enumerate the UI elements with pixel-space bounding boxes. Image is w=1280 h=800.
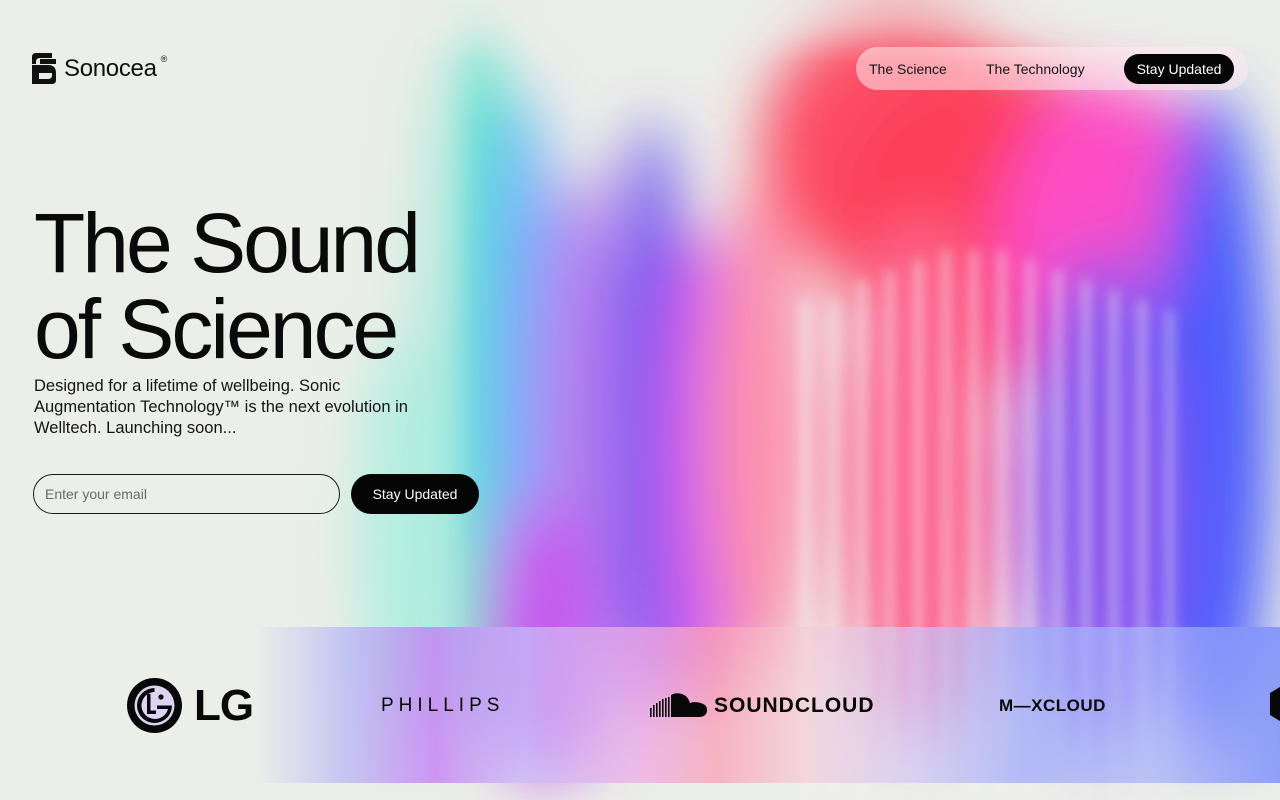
nav-link-science[interactable]: The Science xyxy=(869,61,947,77)
sonocea-logo-icon xyxy=(32,53,56,84)
partner-name-lg: LG xyxy=(194,680,254,730)
partner-phillips: PHILLIPS xyxy=(381,695,505,716)
email-input[interactable] xyxy=(33,474,340,514)
partner-mixcloud: M—XCLOUD xyxy=(999,696,1106,715)
registered-mark: ® xyxy=(160,53,168,64)
top-nav: The Science The Technology Stay Updated xyxy=(856,47,1248,90)
partner-soundcloud: SOUNDCLOUD xyxy=(650,692,875,719)
partner-lg: LG xyxy=(127,678,254,733)
hero-stay-updated-button[interactable]: Stay Updated xyxy=(351,474,479,514)
brand-logo[interactable]: Sonocea ® xyxy=(32,53,167,84)
partner-name-soundcloud: SOUNDCLOUD xyxy=(714,693,875,717)
brand-name: Sonocea xyxy=(64,54,157,82)
hero-title-line-2: of Science xyxy=(34,282,399,376)
nav-stay-updated-button[interactable]: Stay Updated xyxy=(1124,54,1234,84)
soundcloud-icon xyxy=(650,693,708,717)
hero-title-line-1: The Sound xyxy=(34,196,421,290)
partner-logos-band: LG PHILLIPS SOUNDCLOUD M—XCLOUD xyxy=(0,627,1280,783)
nav-link-technology[interactable]: The Technology xyxy=(986,61,1085,77)
hero-subtitle: Designed for a lifetime of wellbeing. So… xyxy=(34,377,408,437)
lg-logo-icon xyxy=(127,678,182,733)
partner-cube-logo-icon xyxy=(1270,687,1280,721)
hero-title: The Sound of Science xyxy=(34,196,421,376)
